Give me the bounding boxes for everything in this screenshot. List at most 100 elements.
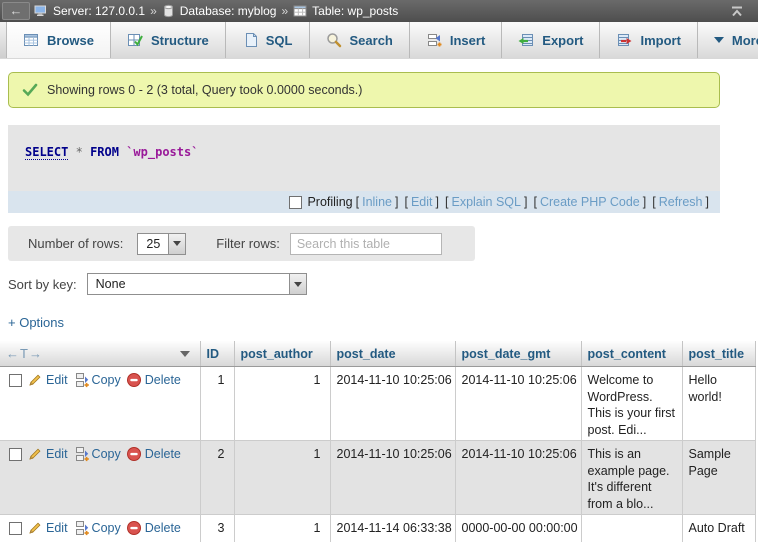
create-php-code-link[interactable]: Create PHP Code <box>540 195 640 209</box>
col-header-post-date[interactable]: post_date <box>330 341 455 367</box>
cell-post-title: Sample Page <box>682 441 755 515</box>
options-toggle-link[interactable]: + Options <box>8 315 64 330</box>
cell-post-content: This is an example page. It's different … <box>581 441 682 515</box>
browse-icon <box>23 32 39 48</box>
number-of-rows-select[interactable]: 25 <box>137 233 186 255</box>
sql-keyword-select: SELECT <box>25 145 68 160</box>
insert-icon <box>426 32 442 48</box>
tab-sql[interactable]: SQL <box>226 22 310 58</box>
tab-label: More <box>732 33 758 48</box>
cell-post-author: 1 <box>234 441 330 515</box>
sort-by-key-label: Sort by key: <box>8 277 77 292</box>
tab-label: Export <box>542 33 583 48</box>
select-dropdown-button[interactable] <box>289 274 306 294</box>
copy-label: Copy <box>92 446 121 463</box>
edit-link[interactable]: Edit <box>27 446 68 463</box>
col-header-id[interactable]: ID <box>200 341 234 367</box>
profiling-checkbox[interactable] <box>289 196 302 209</box>
row-checkbox[interactable] <box>9 448 22 461</box>
delete-link[interactable]: Delete <box>126 372 181 389</box>
filter-rows-input[interactable] <box>290 233 442 255</box>
table-row: Edit Copy Delete 3 1 2014-11-14 06:33:38… <box>0 515 755 542</box>
col-header-post-author[interactable]: post_author <box>234 341 330 367</box>
sql-query-box: SELECT * FROM `wp_posts` <box>8 125 720 191</box>
breadcrumb-separator: » <box>281 4 288 18</box>
copy-icon <box>73 372 89 388</box>
edit-link[interactable]: Edit <box>27 372 68 389</box>
tab-bar: Browse Structure SQL Search Insert Expor… <box>0 22 758 59</box>
pencil-icon <box>27 372 43 388</box>
table-row: Edit Copy Delete 1 1 2014-11-10 10:25:06… <box>0 367 755 441</box>
copy-link[interactable]: Copy <box>73 446 121 463</box>
refresh-link[interactable]: Refresh <box>659 195 703 209</box>
explain-sql-link[interactable]: Explain SQL <box>451 195 520 209</box>
breadcrumb-separator: » <box>150 4 157 18</box>
delete-link[interactable]: Delete <box>126 520 181 537</box>
select-dropdown-button[interactable] <box>168 234 185 254</box>
delete-link[interactable]: Delete <box>126 446 181 463</box>
chevron-down-icon <box>714 37 724 43</box>
col-header-post-title[interactable]: post_title <box>682 341 755 367</box>
query-links-bar: Profiling [ Inline ] [ Edit ] [ Explain … <box>8 191 720 213</box>
edit-sql-link[interactable]: Edit <box>411 195 433 209</box>
collapse-console-icon[interactable] <box>730 5 744 18</box>
tab-search[interactable]: Search <box>310 22 410 58</box>
edit-label: Edit <box>46 372 68 389</box>
copy-icon <box>73 446 89 462</box>
bracket: [ <box>652 195 655 209</box>
back-arrow-button[interactable]: ← <box>2 2 30 20</box>
tab-insert[interactable]: Insert <box>410 22 502 58</box>
breadcrumb-database[interactable]: Database: myblog <box>162 4 277 18</box>
col-header-post-content[interactable]: post_content <box>581 341 682 367</box>
export-icon <box>518 32 534 48</box>
chevron-down-icon <box>294 282 302 287</box>
bracket: ] <box>706 195 709 209</box>
tab-label: Insert <box>450 33 485 48</box>
tab-label: SQL <box>266 33 293 48</box>
breadcrumb-server-label: Server: 127.0.0.1 <box>53 4 145 18</box>
copy-label: Copy <box>92 520 121 537</box>
cell-post-date: 2014-11-14 06:33:38 <box>330 515 455 542</box>
delete-label: Delete <box>145 372 181 389</box>
success-check-icon <box>22 82 38 98</box>
table-icon <box>293 4 307 18</box>
edit-link[interactable]: Edit <box>27 520 68 537</box>
tab-label: Structure <box>151 33 209 48</box>
cell-post-title: Auto Draft <box>682 515 755 542</box>
header-dropdown-icon[interactable] <box>180 351 190 357</box>
cell-id: 3 <box>200 515 234 542</box>
copy-icon <box>73 520 89 536</box>
cell-post-date-gmt: 0000-00-00 00:00:00 <box>455 515 581 542</box>
pencil-icon <box>27 520 43 536</box>
bracket: ] <box>395 195 398 209</box>
status-message: Showing rows 0 - 2 (3 total, Query took … <box>8 72 720 108</box>
edit-label: Edit <box>46 446 68 463</box>
sql-star: * <box>76 145 83 159</box>
bracket: ] <box>643 195 646 209</box>
cell-post-date: 2014-11-10 10:25:06 <box>330 367 455 441</box>
inline-link[interactable]: Inline <box>362 195 392 209</box>
col-header-post-date-gmt[interactable]: post_date_gmt <box>455 341 581 367</box>
row-checkbox[interactable] <box>9 374 22 387</box>
tab-export[interactable]: Export <box>502 22 600 58</box>
copy-link[interactable]: Copy <box>73 520 121 537</box>
search-icon <box>326 32 342 48</box>
tab-more[interactable]: More <box>698 22 758 58</box>
table-header-row: ←T→ ID post_author post_date post_date_g… <box>0 341 755 367</box>
cell-post-content <box>581 515 682 542</box>
tab-browse[interactable]: Browse <box>6 22 111 58</box>
tab-import[interactable]: Import <box>600 22 697 58</box>
delete-label: Delete <box>145 520 181 537</box>
breadcrumb-table[interactable]: Table: wp_posts <box>293 4 398 18</box>
cell-post-date-gmt: 2014-11-10 10:25:06 <box>455 441 581 515</box>
cell-post-date: 2014-11-10 10:25:06 <box>330 441 455 515</box>
copy-link[interactable]: Copy <box>73 372 121 389</box>
structure-icon <box>127 32 143 48</box>
sort-by-key-select[interactable]: None <box>87 273 307 295</box>
breadcrumb-server[interactable]: Server: 127.0.0.1 <box>34 4 145 18</box>
bracket: ] <box>524 195 527 209</box>
bracket: ] <box>436 195 439 209</box>
bracket: [ <box>356 195 359 209</box>
tab-structure[interactable]: Structure <box>111 22 226 58</box>
row-checkbox[interactable] <box>9 522 22 535</box>
